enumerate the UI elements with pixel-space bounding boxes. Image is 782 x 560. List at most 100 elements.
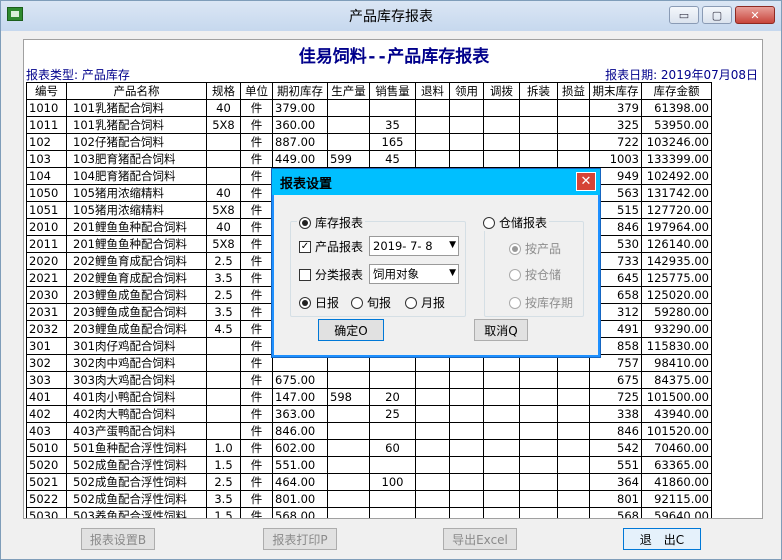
radio-selected-icon[interactable]	[299, 296, 311, 309]
column-header[interactable]: 生产量	[327, 82, 370, 100]
exit-button[interactable]: 退 出C	[623, 528, 701, 550]
radio-icon[interactable]	[351, 296, 363, 309]
table-cell: 127720.00	[641, 201, 712, 219]
table-cell: 件	[240, 184, 273, 202]
report-type-label: 报表类型: 产品库存	[26, 68, 130, 82]
report-settings-button[interactable]: 报表设置B	[81, 528, 155, 550]
column-header[interactable]: 单位	[240, 82, 273, 100]
table-cell	[327, 405, 370, 423]
product-date-select[interactable]: 2019- 7- 8 ▼	[369, 236, 459, 256]
table-cell: 503养鱼配合浮性饲料	[66, 507, 207, 518]
table-row[interactable]: 5022 502成鱼配合浮性饲料 3.5 件 801.00 801 92115.00	[26, 490, 712, 508]
table-row[interactable]: 5030 503养鱼配合浮性饲料 1.5 件 568.00 568 59640.00	[26, 507, 712, 518]
export-excel-button[interactable]: 导出Excel	[443, 528, 517, 550]
table-cell	[369, 490, 416, 508]
column-header[interactable]: 销售量	[369, 82, 416, 100]
chevron-down-icon[interactable]: ▼	[449, 268, 456, 278]
dialog-title-bar: 报表设置 ✕	[272, 169, 600, 195]
cancel-button[interactable]: 取消Q	[474, 319, 528, 341]
table-cell: 件	[240, 337, 273, 355]
table-cell	[483, 116, 520, 134]
table-cell	[206, 405, 241, 423]
dialog-close-button[interactable]: ✕	[576, 172, 596, 191]
category-select[interactable]: 饲用对象 ▼	[369, 264, 459, 284]
table-cell: 801.00	[272, 490, 328, 508]
column-header[interactable]: 退料	[415, 82, 450, 100]
table-cell: 2.5	[206, 473, 241, 491]
dialog-title: 报表设置	[280, 176, 333, 192]
maximize-button[interactable]: ▢	[702, 6, 732, 24]
column-header[interactable]: 期末库存	[589, 82, 642, 100]
table-cell: 件	[240, 286, 273, 304]
by-period-radio[interactable]: 按库存期	[509, 294, 573, 311]
table-cell: 501鱼种配合浮性饲料	[66, 439, 207, 457]
table-row[interactable]: 403 403产蛋鸭配合饲料 件 846.00 846 101520.00	[26, 422, 712, 440]
checkmark-icon[interactable]: ✓	[299, 240, 311, 253]
table-cell: 568.00	[272, 507, 328, 518]
table-cell	[557, 371, 590, 389]
table-cell: 103肥育猪配合饲料	[66, 150, 207, 168]
inventory-radio-icon[interactable]	[299, 216, 311, 229]
radio-disabled-icon[interactable]	[509, 268, 521, 281]
table-cell	[557, 456, 590, 474]
column-header[interactable]: 损益	[557, 82, 590, 100]
minimize-button[interactable]: ▭	[669, 6, 699, 24]
product-report-checkbox[interactable]: ✓ 产品报表	[299, 238, 363, 255]
table-cell: 142935.00	[641, 252, 712, 270]
table-row[interactable]: 303 303肉大鸡配合饲料 件 675.00 675 84375.00	[26, 371, 712, 389]
daily-radio[interactable]: 日报	[299, 294, 339, 311]
monthly-radio[interactable]: 月报	[405, 294, 445, 311]
table-cell: 件	[240, 473, 273, 491]
table-cell	[449, 99, 484, 117]
table-cell	[206, 150, 241, 168]
table-row[interactable]: 5020 502成鱼配合浮性饲料 1.5 件 551.00 551 63365.00	[26, 456, 712, 474]
tenday-radio[interactable]: 旬报	[351, 294, 391, 311]
table-cell: 3.5	[206, 269, 241, 287]
table-cell	[327, 133, 370, 151]
table-cell: 2032	[26, 320, 67, 338]
table-cell: 40	[206, 99, 241, 117]
table-row[interactable]: 102 102仔猪配合饲料 件 887.00 165 722 103246.00	[26, 133, 712, 151]
close-button[interactable]: ✕	[735, 6, 775, 24]
report-print-button[interactable]: 报表打印P	[263, 528, 337, 550]
table-row[interactable]: 402 402肉大鸭配合饲料 件 363.00 25 338 43940.00	[26, 405, 712, 423]
column-header[interactable]: 编号	[26, 82, 67, 100]
table-row[interactable]: 1011 101乳猪配合饲料 5X8 件 360.00 35 325 53950.00	[26, 116, 712, 134]
warehouse-report-radio[interactable]: 仓储报表	[481, 214, 550, 231]
table-cell	[557, 405, 590, 423]
column-header[interactable]: 拆装	[519, 82, 558, 100]
radio-disabled-icon[interactable]	[509, 242, 521, 255]
radio-icon[interactable]	[483, 216, 495, 229]
column-header[interactable]: 库存金额	[641, 82, 712, 100]
column-header[interactable]: 领用	[449, 82, 484, 100]
by-warehouse-radio[interactable]: 按仓储	[509, 266, 561, 283]
table-cell: 2020	[26, 252, 67, 270]
ok-button[interactable]: 确定O	[318, 319, 384, 341]
table-cell: 302	[26, 354, 67, 372]
column-header[interactable]: 产品名称	[66, 82, 207, 100]
table-row[interactable]: 401 401肉小鸭配合饲料 件 147.00 598 20 725 101500.00	[26, 388, 712, 406]
table-row[interactable]: 5010 501鱼种配合浮性饲料 1.0 件 602.00 60 542 70460.00	[26, 439, 712, 457]
table-cell: 105猪用浓缩精料	[66, 201, 207, 219]
column-header[interactable]: 调拨	[483, 82, 520, 100]
table-row[interactable]: 1010 101乳猪配合饲料 40 件 379.00 379 61398.00	[26, 99, 712, 117]
table-cell: 2010	[26, 218, 67, 236]
category-report-checkbox[interactable]: 分类报表	[299, 266, 363, 283]
chevron-down-icon[interactable]: ▼	[449, 240, 456, 250]
table-cell	[519, 439, 558, 457]
table-cell	[415, 99, 450, 117]
radio-icon[interactable]	[405, 296, 417, 309]
table-cell	[415, 116, 450, 134]
radio-disabled-icon[interactable]	[509, 296, 521, 309]
table-cell: 568	[589, 507, 642, 518]
inventory-report-radio[interactable]: 库存报表	[297, 214, 366, 231]
table-cell: 1010	[26, 99, 67, 117]
table-cell: 403产蛋鸭配合饲料	[66, 422, 207, 440]
table-row[interactable]: 103 103肥育猪配合饲料 件 449.00 599 45 1003 133399.00	[26, 150, 712, 168]
column-header[interactable]: 规格	[206, 82, 241, 100]
table-row[interactable]: 5021 502成鱼配合浮性饲料 2.5 件 464.00 100 364 41860.00	[26, 473, 712, 491]
empty-checkbox-icon[interactable]	[299, 268, 311, 281]
table-cell	[449, 422, 484, 440]
column-header[interactable]: 期初库存	[272, 82, 328, 100]
by-product-radio[interactable]: 按产品	[509, 240, 561, 257]
